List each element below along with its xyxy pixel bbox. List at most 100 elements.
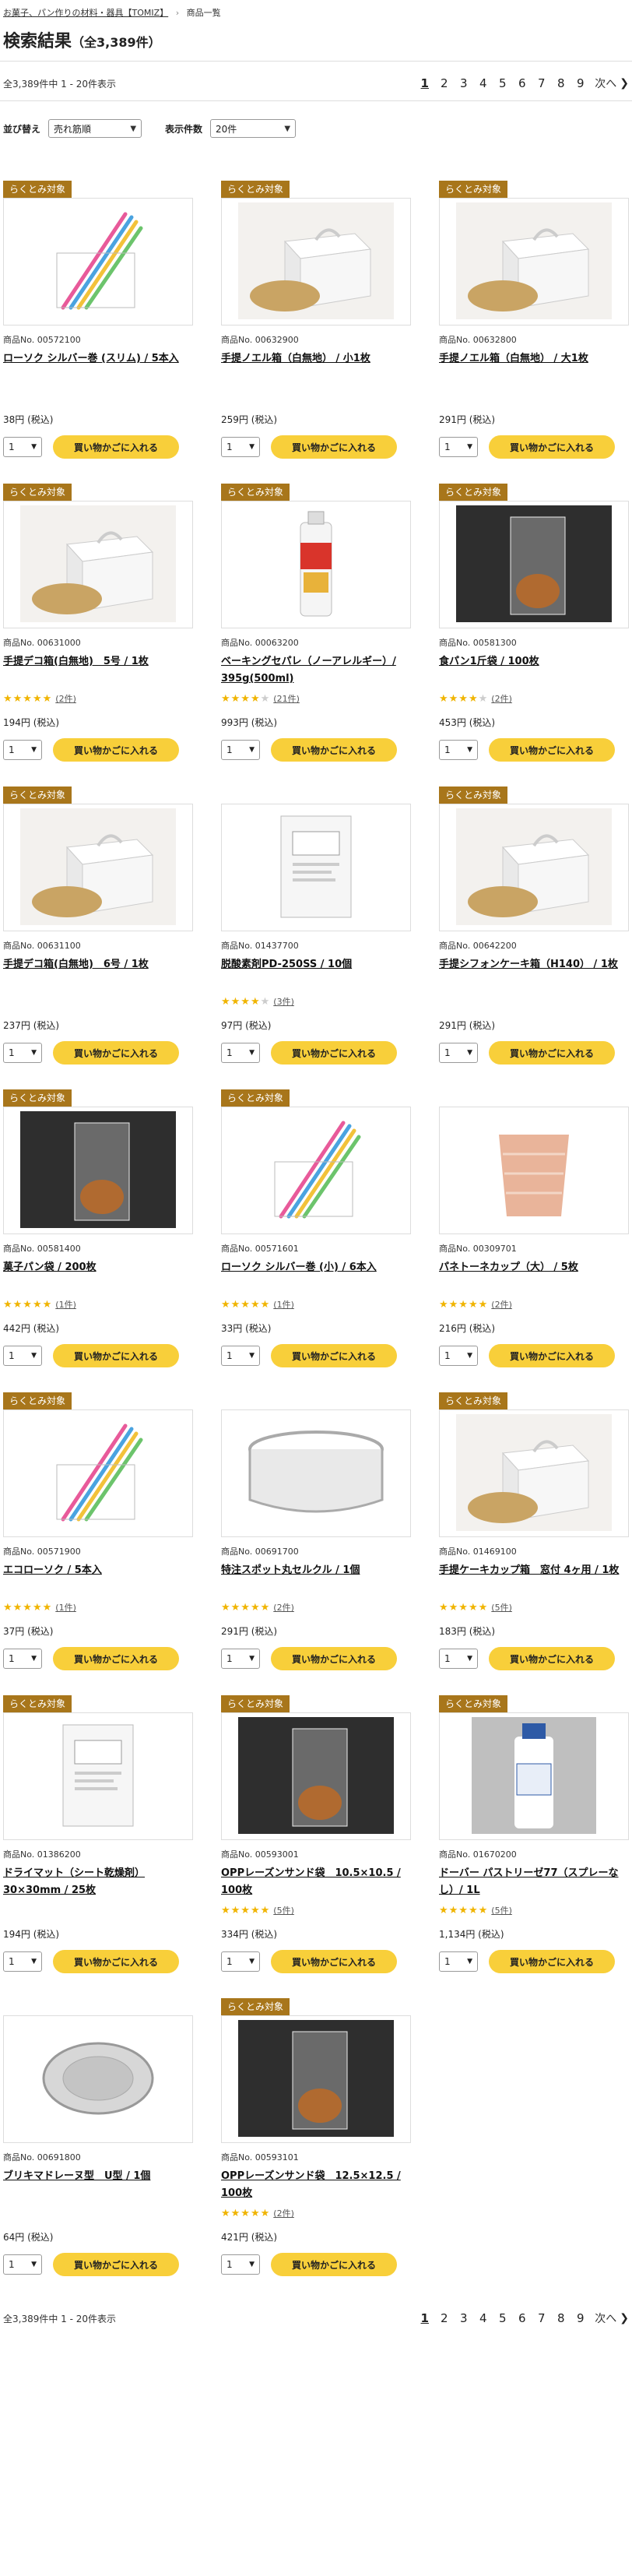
product-name-link[interactable]: OPPレーズンサンド袋 10.5×10.5 / 100枚 xyxy=(221,1865,411,1899)
review-count-link[interactable]: (2件) xyxy=(273,2208,294,2219)
product-name-link[interactable]: 手提デコ箱(白無地) 6号 / 1枚 xyxy=(3,956,193,991)
quantity-select[interactable]: 1 ▼ xyxy=(221,1649,260,1669)
product-name-link[interactable]: ローソク シルバー巻 (小) / 6本入 xyxy=(221,1259,411,1293)
page-link[interactable]: 8 xyxy=(551,76,571,90)
review-count-link[interactable]: (1件) xyxy=(55,1300,76,1310)
quantity-select[interactable]: 1 ▼ xyxy=(3,2254,42,2275)
product-name-link[interactable]: 手提シフォンケーキ箱（H140） / 1枚 xyxy=(439,956,629,991)
product-name-link[interactable]: 脱酸素剤PD-250SS / 10個 xyxy=(221,956,411,991)
product-name-link[interactable]: ローソク シルバー巻 (スリム) / 5本入 xyxy=(3,350,193,385)
add-to-cart-button[interactable]: 買い物かごに入れる xyxy=(271,2253,397,2276)
product-name-link[interactable]: 手提デコ箱(白無地) 5号 / 1枚 xyxy=(3,653,193,688)
product-thumbnail[interactable] xyxy=(3,1107,193,1234)
product-thumbnail[interactable] xyxy=(221,1107,411,1234)
product-name-link[interactable]: 特注スポット丸セルクル / 1個 xyxy=(221,1562,411,1596)
add-to-cart-button[interactable]: 買い物かごに入れる xyxy=(489,1344,615,1367)
quantity-select[interactable]: 1 ▼ xyxy=(439,740,478,760)
page-link[interactable]: 9 xyxy=(571,2311,590,2325)
product-name-link[interactable]: 菓子パン袋 / 200枚 xyxy=(3,1259,193,1293)
review-count-link[interactable]: (5件) xyxy=(273,1906,294,1916)
product-name-link[interactable]: 手提ケーキカップ箱 窓付 4ヶ用 / 1枚 xyxy=(439,1562,629,1596)
product-thumbnail[interactable] xyxy=(221,1409,411,1537)
sort-select[interactable]: 売れ筋順 ▼ xyxy=(48,119,142,138)
page-link[interactable]: 3 xyxy=(454,2311,473,2325)
review-count-link[interactable]: (21件) xyxy=(273,694,300,704)
quantity-select[interactable]: 1 ▼ xyxy=(221,1951,260,1972)
page-link[interactable]: 9 xyxy=(571,76,590,90)
add-to-cart-button[interactable]: 買い物かごに入れる xyxy=(271,1647,397,1670)
quantity-select[interactable]: 1 ▼ xyxy=(439,1649,478,1669)
chevron-right-icon[interactable]: ❯ xyxy=(620,77,629,90)
add-to-cart-button[interactable]: 買い物かごに入れる xyxy=(489,1647,615,1670)
review-count-link[interactable]: (1件) xyxy=(55,1603,76,1613)
review-count-link[interactable]: (1件) xyxy=(273,1300,294,1310)
add-to-cart-button[interactable]: 買い物かごに入れる xyxy=(53,2253,179,2276)
quantity-select[interactable]: 1 ▼ xyxy=(3,1043,42,1063)
product-thumbnail[interactable] xyxy=(439,1712,629,1840)
product-thumbnail[interactable] xyxy=(3,2015,193,2143)
add-to-cart-button[interactable]: 買い物かごに入れる xyxy=(489,1950,615,1973)
review-count-link[interactable]: (5件) xyxy=(491,1603,512,1613)
page-link[interactable]: 4 xyxy=(473,76,493,90)
page-link[interactable]: 6 xyxy=(512,76,532,90)
product-name-link[interactable]: ベーキングセパレ（ノーアレルギー）/ 395g(500ml) xyxy=(221,653,411,688)
add-to-cart-button[interactable]: 買い物かごに入れる xyxy=(271,435,397,459)
quantity-select[interactable]: 1 ▼ xyxy=(3,1346,42,1366)
product-name-link[interactable]: ブリキマドレーヌ型 U型 / 1個 xyxy=(3,2168,193,2202)
page-link[interactable]: 1 xyxy=(415,2311,434,2325)
page-link[interactable]: 2 xyxy=(434,76,454,90)
add-to-cart-button[interactable]: 買い物かごに入れる xyxy=(53,1344,179,1367)
add-to-cart-button[interactable]: 買い物かごに入れる xyxy=(489,738,615,762)
page-link[interactable]: 2 xyxy=(434,2311,454,2325)
product-name-link[interactable]: パネトーネカップ（大） / 5枚 xyxy=(439,1259,629,1293)
quantity-select[interactable]: 1 ▼ xyxy=(439,1951,478,1972)
add-to-cart-button[interactable]: 買い物かごに入れる xyxy=(53,1647,179,1670)
quantity-select[interactable]: 1 ▼ xyxy=(439,437,478,457)
product-thumbnail[interactable] xyxy=(439,1107,629,1234)
product-name-link[interactable]: 手提ノエル箱（白無地） / 小1枚 xyxy=(221,350,411,385)
add-to-cart-button[interactable]: 買い物かごに入れる xyxy=(53,738,179,762)
page-link[interactable]: 6 xyxy=(512,2311,532,2325)
page-link[interactable]: 1 xyxy=(415,76,434,90)
product-thumbnail[interactable] xyxy=(221,198,411,326)
add-to-cart-button[interactable]: 買い物かごに入れる xyxy=(489,435,615,459)
product-thumbnail[interactable] xyxy=(221,501,411,628)
product-thumbnail[interactable] xyxy=(221,2015,411,2143)
add-to-cart-button[interactable]: 買い物かごに入れる xyxy=(271,1344,397,1367)
product-thumbnail[interactable] xyxy=(3,501,193,628)
page-link[interactable]: 5 xyxy=(493,2311,512,2325)
product-thumbnail[interactable] xyxy=(3,1409,193,1537)
page-link[interactable]: 8 xyxy=(551,2311,571,2325)
product-thumbnail[interactable] xyxy=(439,1409,629,1537)
product-name-link[interactable]: OPPレーズンサンド袋 12.5×12.5 / 100枚 xyxy=(221,2168,411,2202)
quantity-select[interactable]: 1 ▼ xyxy=(221,437,260,457)
chevron-right-icon[interactable]: ❯ xyxy=(620,2312,629,2324)
quantity-select[interactable]: 1 ▼ xyxy=(439,1043,478,1063)
add-to-cart-button[interactable]: 買い物かごに入れる xyxy=(271,1950,397,1973)
product-thumbnail[interactable] xyxy=(221,804,411,931)
next-page-link[interactable]: 次へ xyxy=(595,2310,616,2326)
product-name-link[interactable]: 食パン1斤袋 / 100枚 xyxy=(439,653,629,688)
review-count-link[interactable]: (2件) xyxy=(491,1300,512,1310)
product-thumbnail[interactable] xyxy=(439,501,629,628)
quantity-select[interactable]: 1 ▼ xyxy=(3,1649,42,1669)
review-count-link[interactable]: (2件) xyxy=(55,694,76,704)
product-thumbnail[interactable] xyxy=(3,1712,193,1840)
page-link[interactable]: 5 xyxy=(493,76,512,90)
add-to-cart-button[interactable]: 買い物かごに入れる xyxy=(271,738,397,762)
breadcrumb-home-link[interactable]: お菓子、パン作りの材料・器具【TOMIZ】 xyxy=(3,8,168,18)
review-count-link[interactable]: (5件) xyxy=(491,1906,512,1916)
per-page-select[interactable]: 20件 ▼ xyxy=(210,119,297,138)
add-to-cart-button[interactable]: 買い物かごに入れる xyxy=(53,1950,179,1973)
quantity-select[interactable]: 1 ▼ xyxy=(439,1346,478,1366)
add-to-cart-button[interactable]: 買い物かごに入れる xyxy=(53,1041,179,1065)
product-thumbnail[interactable] xyxy=(221,1712,411,1840)
quantity-select[interactable]: 1 ▼ xyxy=(221,740,260,760)
product-thumbnail[interactable] xyxy=(439,804,629,931)
add-to-cart-button[interactable]: 買い物かごに入れる xyxy=(489,1041,615,1065)
add-to-cart-button[interactable]: 買い物かごに入れる xyxy=(53,435,179,459)
review-count-link[interactable]: (2件) xyxy=(273,1603,294,1613)
page-link[interactable]: 3 xyxy=(454,76,473,90)
product-name-link[interactable]: ドライマット（シート乾燥剤）30×30mm / 25枚 xyxy=(3,1865,193,1899)
quantity-select[interactable]: 1 ▼ xyxy=(221,2254,260,2275)
